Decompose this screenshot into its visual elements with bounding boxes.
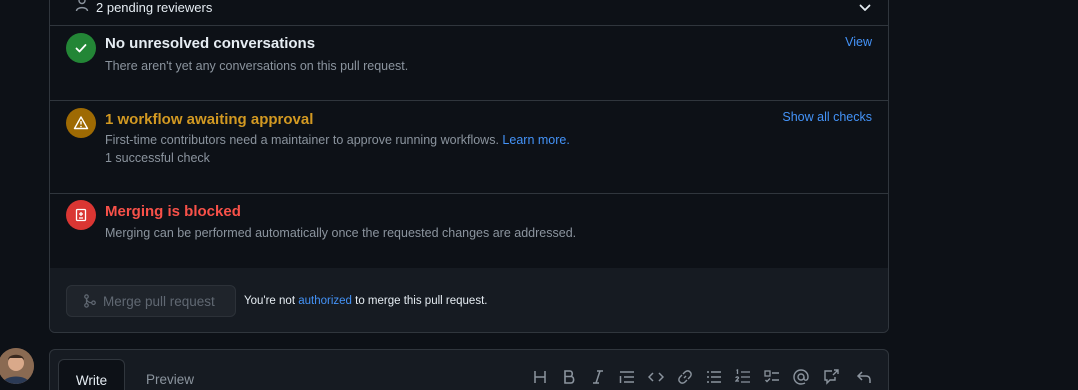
cross-reference-icon[interactable] [823,369,839,385]
check-circle-icon [66,33,96,63]
successful-checks-count: 1 successful check [105,151,210,165]
pending-reviewers-label: 2 pending reviewers [96,0,213,15]
task-list-icon[interactable] [764,369,780,385]
unordered-list-icon[interactable] [706,369,722,385]
heading-icon[interactable] [532,369,548,385]
person-icon [75,0,89,12]
reply-icon[interactable] [856,369,872,385]
workflow-description-line: First-time contributors need a maintaine… [105,133,570,147]
merge-blocked-title: Merging is blocked [105,203,241,220]
bold-icon[interactable] [561,369,577,385]
merge-note-prefix: You're not [244,295,296,307]
learn-more-link[interactable]: Learn more. [502,133,569,147]
view-conversations-link[interactable]: View [845,35,872,49]
workflow-section: 1 workflow awaiting approval First-time … [50,101,888,194]
code-icon[interactable] [648,369,664,385]
merge-pull-request-button[interactable]: Merge pull request [66,285,236,317]
conversations-description: There aren't yet any conversations on th… [105,59,409,73]
link-icon[interactable] [677,369,693,385]
blocked-icon [66,200,96,230]
merge-button-label: Merge pull request [103,293,215,309]
merge-note-suffix: to merge this pull request. [355,295,488,307]
conversations-title: No unresolved conversations [105,35,316,52]
conversations-section: No unresolved conversations There aren't… [50,26,888,101]
quote-icon[interactable] [619,369,635,385]
tab-write[interactable]: Write [58,359,125,390]
chevron-down-icon[interactable] [858,1,872,15]
git-merge-icon [84,294,96,308]
italic-icon[interactable] [590,369,606,385]
avatar[interactable] [0,348,34,384]
tab-preview[interactable]: Preview [146,359,194,390]
workflow-title: 1 workflow awaiting approval [105,111,314,128]
merge-status-box: 2 pending reviewers No unresolved conver… [49,0,889,333]
pending-reviewers-row[interactable]: 2 pending reviewers [50,0,888,26]
comment-box: Write Preview [49,349,889,390]
ordered-list-icon[interactable] [735,369,751,385]
alert-icon [66,108,96,138]
merge-blocked-description: Merging can be performed automatically o… [105,226,577,240]
merge-blocked-section: Merging is blocked Merging can be perfor… [50,194,888,269]
merge-permission-note: You're not authorized to merge this pull… [244,295,487,307]
merge-actions-row: Merge pull request You're not authorized… [50,268,888,332]
show-all-checks-link[interactable]: Show all checks [782,110,872,124]
workflow-description: First-time contributors need a maintaine… [105,133,499,147]
mention-icon[interactable] [793,369,809,385]
authorized-link[interactable]: authorized [298,295,352,307]
